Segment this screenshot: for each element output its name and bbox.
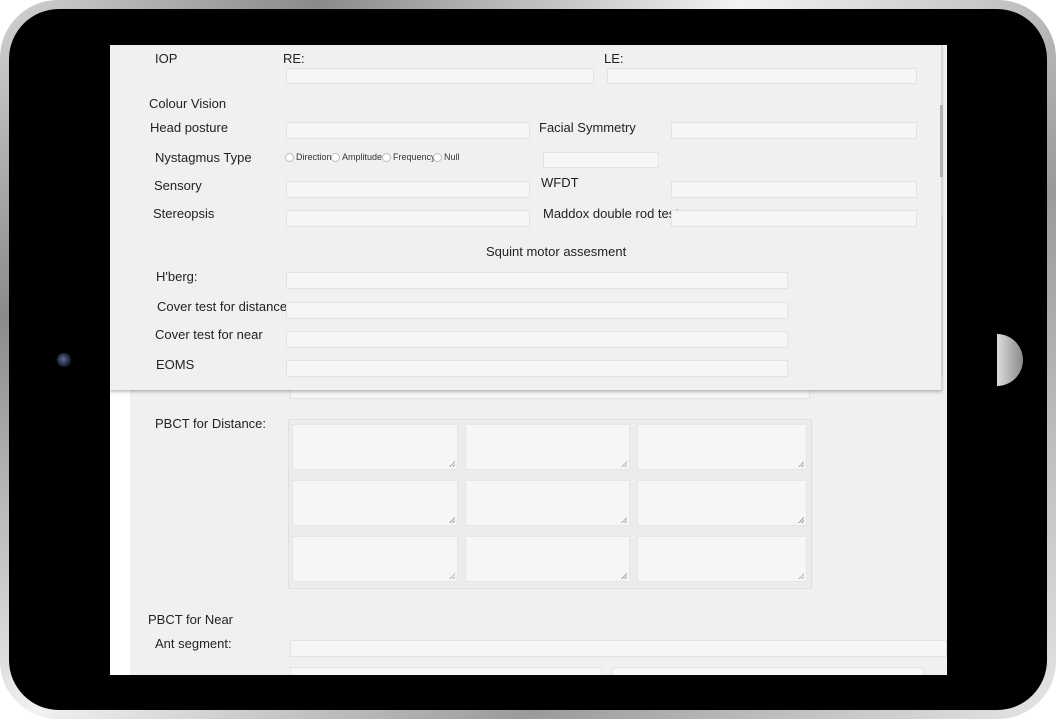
- wfdt-field[interactable]: [671, 181, 917, 198]
- ant-segment-field[interactable]: [290, 640, 947, 657]
- pbct-distance-cell[interactable]: [465, 480, 630, 526]
- re-label: RE:: [283, 51, 305, 66]
- nystagmus-field[interactable]: [543, 152, 659, 168]
- facial-symmetry-field[interactable]: [671, 122, 917, 139]
- ant-segment-le-field[interactable]: [612, 667, 924, 675]
- nystagmus-direction-radio[interactable]: Direction: [285, 152, 332, 162]
- sensory-field[interactable]: [286, 181, 530, 198]
- facial-symmetry-label: Facial Symmetry: [539, 120, 636, 135]
- stereopsis-field[interactable]: [286, 210, 530, 227]
- pbct-distance-cell[interactable]: [465, 536, 630, 582]
- pbct-distance-label: PBCT for Distance:: [155, 416, 267, 431]
- modal-scrollbar[interactable]: [940, 105, 943, 177]
- maddox-field[interactable]: [671, 210, 917, 227]
- pbct-distance-cell[interactable]: [637, 536, 807, 582]
- hberg-label: H'berg:: [156, 269, 198, 284]
- eoms-label: EOMS: [156, 357, 195, 372]
- nystagmus-amplitude-radio[interactable]: Amplitude: [331, 152, 382, 162]
- colour-vision-label: Colour Vision: [149, 96, 227, 111]
- cover-distance-label: Cover test for distance: [157, 299, 288, 314]
- pbct-distance-cell[interactable]: [292, 480, 458, 526]
- cover-distance-field[interactable]: [286, 302, 788, 319]
- squint-heading: Squint motor assesment: [486, 244, 627, 259]
- stereopsis-label: Stereopsis: [153, 206, 215, 221]
- eoms-field[interactable]: [286, 360, 788, 377]
- wfdt-label: WFDT: [541, 175, 579, 190]
- nystagmus-type-label: Nystagmus Type: [155, 150, 252, 165]
- pbct-distance-cell[interactable]: [292, 424, 458, 470]
- pbct-distance-cell[interactable]: [637, 424, 807, 470]
- pbct-distance-cell[interactable]: [292, 536, 458, 582]
- examination-modal: IOP RE: LE: Colour Vision Head posture F…: [110, 45, 943, 390]
- app-screen: PBCT for Distance: PBCT for Near Ant seg…: [110, 45, 947, 675]
- head-posture-label: Head posture: [150, 120, 229, 135]
- cover-near-field[interactable]: [286, 331, 788, 348]
- maddox-label: Maddox double rod test: [543, 206, 679, 221]
- le-label: LE:: [604, 51, 624, 66]
- iop-le-field[interactable]: [607, 68, 917, 84]
- pbct-distance-cell[interactable]: [465, 424, 630, 470]
- nystagmus-frequency-radio[interactable]: Frequency: [382, 152, 436, 162]
- cover-near-label: Cover test for near: [155, 327, 263, 342]
- hberg-field[interactable]: [286, 272, 788, 289]
- iop-label: IOP: [155, 51, 178, 66]
- sensory-label: Sensory: [154, 178, 202, 193]
- head-posture-field[interactable]: [286, 122, 530, 139]
- ant-segment-re-field[interactable]: [290, 667, 602, 675]
- nystagmus-null-radio[interactable]: Null: [433, 152, 460, 162]
- ant-segment-label: Ant segment:: [155, 636, 232, 651]
- pbct-near-label: PBCT for Near: [148, 612, 234, 627]
- camera-icon: [57, 353, 71, 367]
- modal-scroll-track: [941, 215, 943, 375]
- pbct-distance-cell[interactable]: [637, 480, 807, 526]
- iop-re-field[interactable]: [286, 68, 594, 84]
